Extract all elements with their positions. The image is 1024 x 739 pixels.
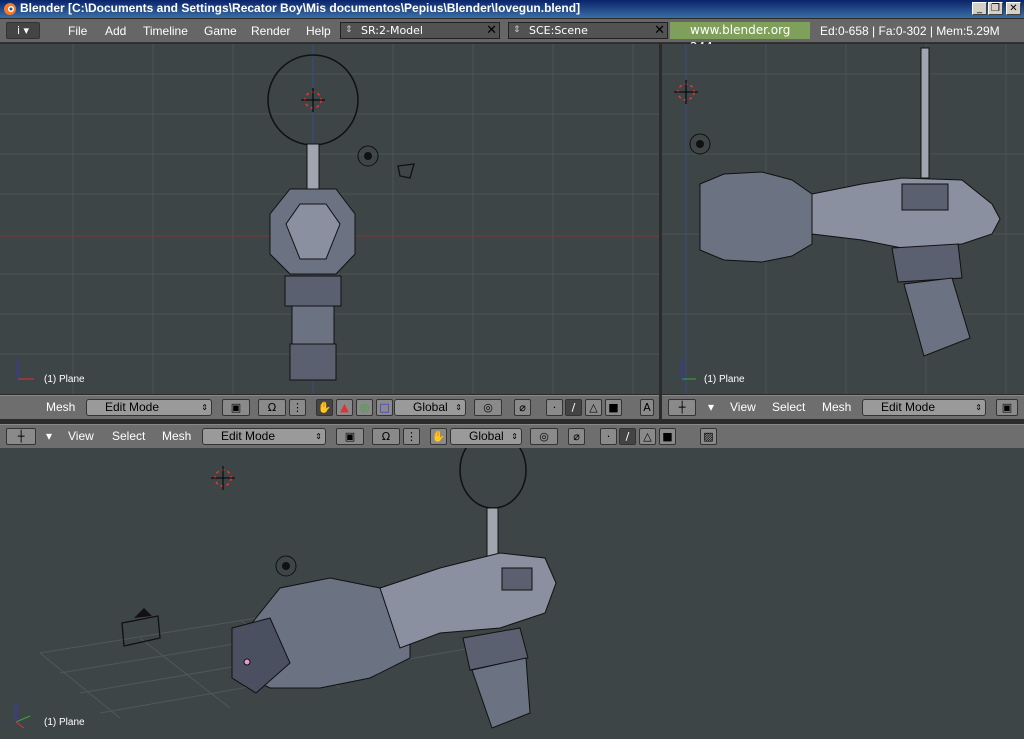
front-viewport-header: Mesh Edit Mode ⇕ ▣ Ω ⋮ ✋ ▲ ◎ □ Global ⇕ ◎ … (0, 395, 659, 419)
face-select-icon[interactable]: △ (585, 399, 602, 416)
view-menu-right[interactable]: View (730, 400, 756, 414)
scene-delete-icon[interactable]: ✕ (654, 23, 665, 38)
lamp-icon (357, 145, 379, 167)
scene-field[interactable]: ⇕ SCE:Scene ✕ (508, 22, 668, 39)
scene-browse-icon[interactable]: ⇕ (513, 23, 521, 38)
select-menu-bottom[interactable]: Select (112, 429, 145, 443)
axis-gizmo-icon-side (681, 359, 696, 380)
axis-gizmo-icon (17, 359, 34, 380)
side-viewport-header: ┼ ▾ View Select Mesh Edit Mode ⇕ ▣ (662, 395, 1024, 419)
vertex-select-icon[interactable]: · (546, 399, 563, 416)
minimize-button[interactable]: _ (972, 2, 987, 15)
mode-select-right[interactable]: Edit Mode ⇕ (862, 399, 986, 416)
screen-browse-icon[interactable]: ⇕ (345, 23, 353, 38)
draw-type-icon-bottom[interactable]: ▣ (336, 428, 364, 445)
side-viewport[interactable]: (1) Plane (662, 44, 1024, 394)
maximize-button[interactable]: ❐ (988, 2, 1003, 15)
mesh-menu-bottom[interactable]: Mesh (162, 429, 191, 443)
scene-name[interactable]: SCE:Scene (529, 24, 588, 37)
header-scroll-icon[interactable]: A (640, 399, 654, 416)
mode-select[interactable]: Edit Mode ⇕ (86, 399, 212, 416)
front-object-label: (1) Plane (44, 374, 85, 385)
window-title: Blender [C:\Documents and Settings\Recat… (20, 1, 581, 15)
orientation-select-bottom[interactable]: Global ⇕ (450, 428, 522, 445)
mode-value-right[interactable]: Edit Mode (881, 400, 935, 414)
side-object-label: (1) Plane (704, 374, 745, 385)
rotate-manip-icon[interactable]: ▲ (336, 399, 353, 416)
front-view-canvas[interactable] (0, 44, 659, 394)
layer-icon[interactable]: ⋮ (289, 399, 306, 416)
lamp-icon-side (689, 133, 711, 155)
snap-icon[interactable]: ⌀ (514, 399, 531, 416)
editor-type-icon-bottom[interactable]: ┼ (6, 428, 36, 445)
close-button[interactable]: ✕ (1006, 2, 1021, 15)
proportional-icon[interactable]: ◎ (474, 399, 502, 416)
orientation-value-bottom[interactable]: Global (469, 429, 504, 443)
draw-type-icon[interactable]: ▣ (222, 399, 250, 416)
select-menu-right[interactable]: Select (772, 400, 805, 414)
perspective-object-label: (1) Plane (44, 717, 85, 728)
menu-game[interactable]: Game (204, 24, 237, 38)
snap-icon-bottom[interactable]: ⌀ (568, 428, 585, 445)
vertex-select-icon-bottom[interactable]: · (600, 428, 617, 445)
perspective-view-canvas[interactable] (0, 448, 1024, 739)
3d-cursor-icon-side (674, 80, 698, 104)
face-select-icon-bottom[interactable]: △ (639, 428, 656, 445)
proportional-icon-bottom[interactable]: ◎ (530, 428, 558, 445)
mode-select-bottom[interactable]: Edit Mode ⇕ (202, 428, 326, 445)
screen-name[interactable]: SR:2-Model (361, 24, 423, 37)
menu-add[interactable]: Add (105, 24, 126, 38)
editor-type-icon[interactable]: ┼ (668, 399, 696, 416)
blender-url-link[interactable]: www.blender.org 244 (670, 22, 810, 54)
edge-select-icon-bottom[interactable]: / (619, 428, 636, 445)
blender-logo-icon (4, 3, 16, 15)
mesh-menu[interactable]: Mesh (46, 400, 75, 414)
scale-manip-icon[interactable]: □ (376, 399, 393, 416)
layer-icon-bottom[interactable]: ⋮ (403, 428, 420, 445)
menu-help[interactable]: Help (306, 24, 331, 38)
occlude-icon-bottom[interactable]: ■ (659, 428, 676, 445)
menu-file[interactable]: File (68, 24, 87, 38)
menu-toggle-icon-bottom[interactable]: ▾ (46, 429, 52, 443)
screen-delete-icon[interactable]: ✕ (486, 23, 497, 38)
perspective-viewport-header: ┼ ▾ View Select Mesh Edit Mode ⇕ ▣ Ω ⋮ ✋ … (0, 424, 1024, 448)
hand-icon[interactable]: ✋ (316, 399, 333, 416)
orientation-select[interactable]: Global ⇕ (394, 399, 466, 416)
lamp-icon-perspective (275, 555, 297, 577)
edge-select-icon[interactable]: / (565, 399, 582, 416)
perspective-viewport[interactable]: (1) Plane (0, 448, 1024, 739)
view-menu-bottom[interactable]: View (68, 429, 94, 443)
draw-type-icon-right[interactable]: ▣ (996, 399, 1018, 416)
occlude-icon[interactable]: ■ (605, 399, 622, 416)
info-icon[interactable]: i ▾ (6, 22, 40, 39)
info-header: i ▾ File Add Timeline Game Render Help ⇕… (0, 19, 1024, 54)
menu-render[interactable]: Render (251, 24, 290, 38)
side-view-canvas[interactable] (662, 44, 1024, 394)
render-preview-icon[interactable]: ▨ (700, 428, 717, 445)
3d-cursor-icon-perspective (211, 466, 235, 490)
3d-cursor-icon (301, 88, 325, 112)
grab-manip-icon[interactable]: ◎ (356, 399, 373, 416)
mesh-menu-right[interactable]: Mesh (822, 400, 851, 414)
pivot-icon-bottom[interactable]: Ω (372, 428, 400, 445)
menu-toggle-icon[interactable]: ▾ (708, 400, 714, 414)
window-titlebar: Blender [C:\Documents and Settings\Recat… (0, 0, 1024, 18)
mode-value-bottom[interactable]: Edit Mode (221, 429, 275, 443)
screen-field[interactable]: ⇕ SR:2-Model ✕ (340, 22, 500, 39)
mesh-stats: Ed:0-658 | Fa:0-302 | Mem:5.29M (820, 24, 1000, 38)
orientation-value[interactable]: Global (413, 400, 448, 414)
pivot-icon[interactable]: Ω (258, 399, 286, 416)
camera-icon-perspective (121, 608, 161, 647)
mode-value[interactable]: Edit Mode (105, 400, 159, 414)
axis-gizmo-icon-perspective (15, 702, 31, 729)
camera-icon (397, 163, 415, 179)
front-viewport[interactable]: (1) Plane (0, 44, 659, 394)
menu-timeline[interactable]: Timeline (143, 24, 188, 38)
hand-icon-bottom[interactable]: ✋ (430, 428, 447, 445)
